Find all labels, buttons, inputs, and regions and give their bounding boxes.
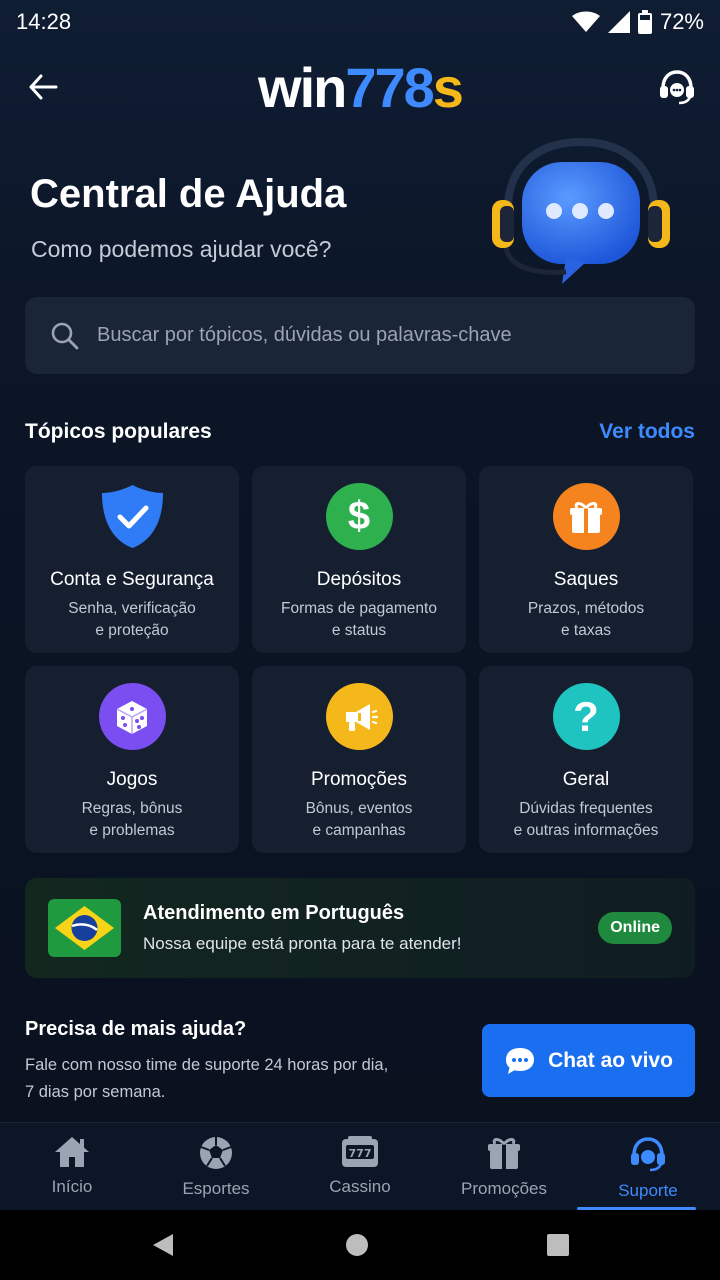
battery-icon [637, 10, 652, 34]
arrow-left-icon [29, 74, 58, 100]
topic-card-deposits[interactable]: $ Depósitos Formas de pagamento e status [252, 466, 466, 653]
nav-label: Cassino [329, 1177, 391, 1196]
topic-description: Regras, bônus e problemas [81, 800, 183, 839]
topic-title: Conta e Segurança [50, 569, 214, 590]
topic-title: Promoções [310, 769, 408, 790]
soccer-ball-icon [200, 1137, 232, 1169]
question-icon: ? [552, 683, 620, 750]
headset-icon [631, 1137, 665, 1172]
nav-item-casino[interactable]: 777 Cassino [288, 1123, 432, 1210]
logo-text-s: s [432, 55, 464, 119]
back-button[interactable] [22, 66, 64, 108]
shield-check-icon [99, 483, 166, 550]
portuguese-support-banner: Atendimento em Português Nossa equipe es… [25, 878, 695, 978]
gift-icon [488, 1138, 520, 1169]
megaphone-icon [325, 683, 393, 750]
topic-description: Formas de pagamento e status [281, 600, 437, 639]
nav-item-promotions[interactable]: Promoções [432, 1123, 576, 1210]
page-title: Central de Ajuda [30, 172, 347, 216]
live-chat-label: Chat ao vivo [548, 1048, 673, 1072]
dice-icon [98, 683, 166, 750]
signal-icon [607, 11, 630, 33]
headset-icon [660, 70, 694, 105]
topic-title: Geral [562, 769, 610, 790]
live-chat-button[interactable]: Chat ao vivo [482, 1024, 695, 1097]
search-bar[interactable] [25, 297, 695, 374]
nav-label: Suporte [618, 1181, 678, 1200]
topic-title: Jogos [106, 769, 158, 790]
nav-item-support[interactable]: Suporte [576, 1123, 720, 1210]
support-header-button[interactable] [656, 64, 698, 110]
svg-text:777: 777 [349, 1147, 372, 1160]
popular-topics-header: Tópicos populares Ver todos [25, 420, 695, 444]
search-icon [51, 322, 79, 349]
topic-description: Dúvidas frequentes e outras informações [513, 800, 659, 839]
topic-description: Senha, verificação e proteção [68, 600, 196, 639]
topic-description: Prazos, métodos e taxas [527, 600, 645, 639]
bottom-navigation: Início Esportes 777 Cassino Promoções Su… [0, 1122, 720, 1210]
nav-label: Início [51, 1177, 93, 1196]
status-time: 14:28 [16, 9, 72, 34]
more-help-text: Fale com nosso time de suporte 24 horas … [25, 1056, 389, 1101]
status-icons: 72% [571, 9, 704, 35]
system-recents-icon[interactable] [547, 1234, 569, 1256]
brazil-flag-icon [48, 899, 121, 957]
topic-card-withdrawals[interactable]: Saques Prazos, métodos e taxas [479, 466, 693, 653]
nav-label: Esportes [182, 1179, 250, 1198]
topic-card-games[interactable]: Jogos Regras, bônus e problemas [25, 666, 239, 853]
nav-item-sports[interactable]: Esportes [144, 1123, 288, 1210]
logo-text-win: win [258, 55, 347, 119]
logo-text-number: 778 [345, 55, 434, 119]
language-banner-subtitle: Nossa equipe está pronta para te atender… [143, 934, 462, 953]
system-back-icon[interactable] [151, 1232, 175, 1258]
topics-grid: Conta e Segurança Senha, verificação e pr… [25, 466, 695, 853]
status-bar: 14:28 72% [0, 0, 720, 44]
system-navigation-bar [0, 1210, 720, 1280]
topic-card-account-security[interactable]: Conta e Segurança Senha, verificação e pr… [25, 466, 239, 653]
topic-card-general[interactable]: ? Geral Dúvidas frequentes e outras infor… [479, 666, 693, 853]
app-header: win 778 s [0, 44, 720, 130]
wifi-icon [571, 11, 600, 32]
page-subtitle: Como podemos ajudar você? [31, 236, 332, 262]
chat-bubble-icon [506, 1047, 535, 1074]
topic-card-promotions[interactable]: Promoções Bônus, eventos e campanhas [252, 666, 466, 853]
home-icon [55, 1137, 89, 1167]
gift-icon [552, 483, 620, 550]
popular-topics-title: Tópicos populares [25, 420, 212, 443]
language-banner-text: Atendimento em Português Nossa equipe es… [143, 902, 462, 954]
dollar-icon: $ [325, 483, 393, 550]
nav-item-home[interactable]: Início [0, 1123, 144, 1210]
nav-label: Promoções [461, 1179, 547, 1198]
language-banner-title: Atendimento em Português [143, 902, 405, 924]
system-home-icon[interactable] [345, 1233, 369, 1257]
more-help-title: Precisa de mais ajuda? [25, 1018, 247, 1040]
online-status-badge: Online [598, 912, 672, 944]
topic-title: Depósitos [316, 569, 402, 590]
slot-machine-icon: 777 [342, 1136, 378, 1167]
search-input[interactable] [97, 324, 657, 347]
battery-level: 72% [659, 9, 704, 34]
support-chat-illustration [492, 138, 670, 284]
topic-description: Bônus, eventos e campanhas [305, 800, 413, 839]
see-all-link[interactable]: Ver todos [599, 420, 695, 444]
topic-title: Saques [553, 569, 619, 590]
help-center-screen: 14:28 72% win 778 s Central de Ajuda Com… [0, 0, 720, 1210]
brand-logo: win 778 s [258, 55, 464, 120]
